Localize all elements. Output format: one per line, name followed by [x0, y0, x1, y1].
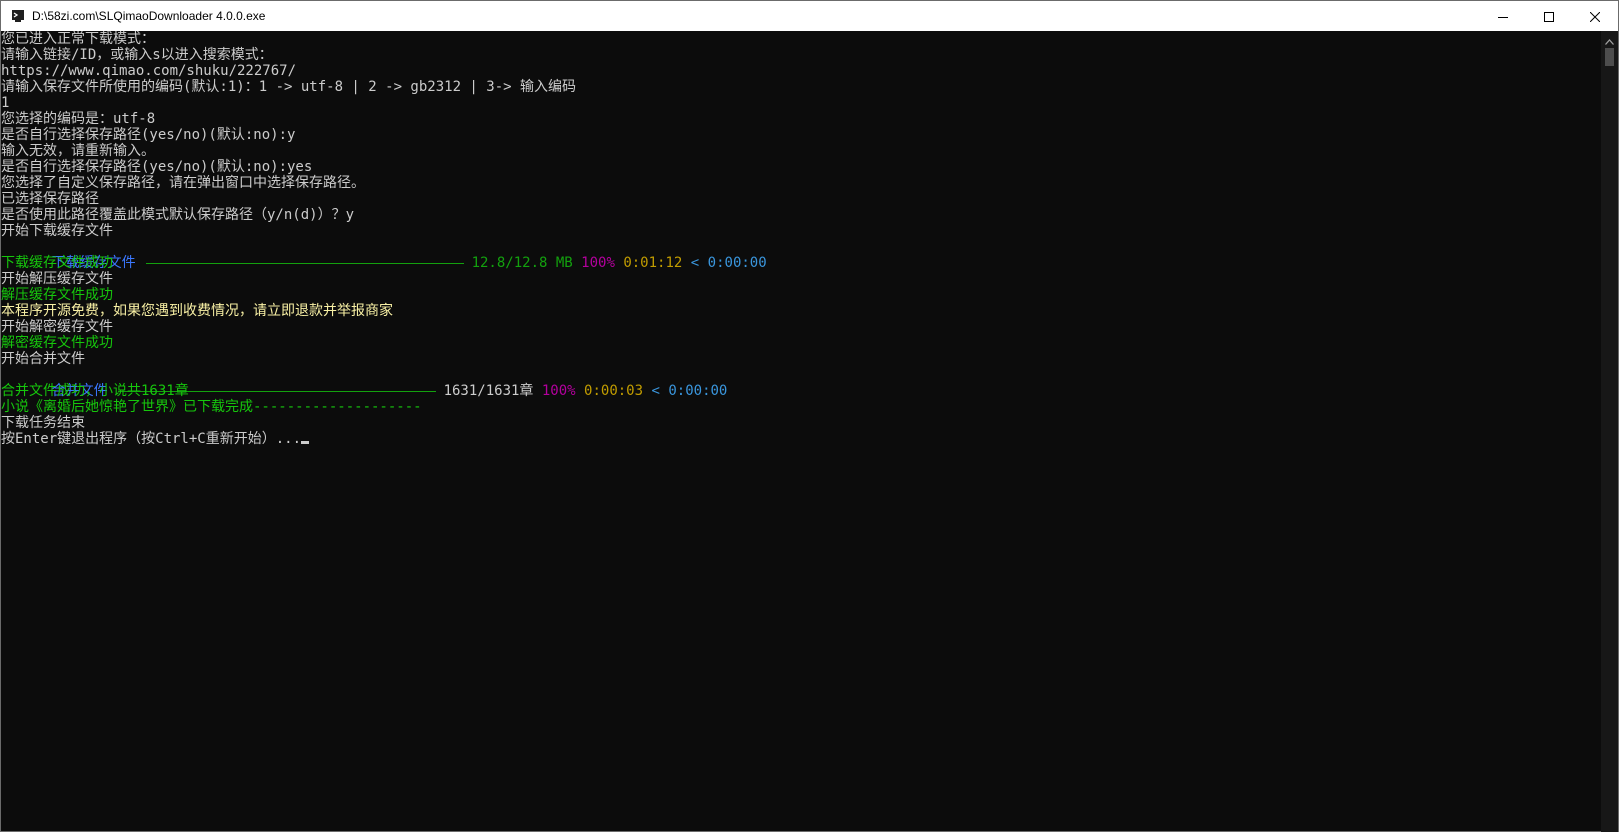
console-line: 是否使用此路径覆盖此模式默认保存路径（y/n(d)）？y — [1, 207, 354, 223]
console-line: 您已进入正常下载模式： — [1, 31, 155, 47]
progress-percent: 100% — [581, 255, 615, 271]
close-button[interactable] — [1572, 1, 1618, 31]
chevron-up-icon — [1605, 30, 1614, 49]
maximize-icon — [1544, 7, 1554, 26]
progress-bar — [145, 262, 464, 264]
progress-elapsed: 0:01:12 — [623, 255, 683, 271]
progress-separator: < — [651, 383, 660, 399]
console-line: 开始解密缓存文件 — [1, 319, 113, 335]
console-line: 输入无效，请重新输入。 — [1, 143, 155, 159]
terminal-app-icon — [10, 8, 26, 24]
window-title: D:\58zi.com\SLQimaoDownloader 4.0.0.exe — [32, 9, 266, 23]
progress-size: 12.8/12.8 MB — [471, 255, 573, 271]
progress-separator: < — [690, 255, 700, 271]
progress-elapsed: 0:00:03 — [584, 383, 644, 399]
title-bar[interactable]: D:\58zi.com\SLQimaoDownloader 4.0.0.exe — [1, 1, 1618, 31]
console-line: 开始下载缓存文件 — [1, 223, 113, 239]
progress-remaining: 0:00:00 — [707, 255, 767, 271]
minimize-icon — [1498, 7, 1508, 26]
console-line: 本程序开源免费，如果您遇到收费情况，请立即退款并举报商家 — [1, 303, 393, 319]
console-line: 下载任务结束 — [1, 415, 85, 431]
vertical-scrollbar[interactable] — [1601, 31, 1618, 832]
exit-prompt: 按Enter键退出程序（按Ctrl+C重新开始）... — [1, 431, 302, 447]
console-line: 开始合并文件 — [1, 351, 85, 367]
maximize-button[interactable] — [1526, 1, 1572, 31]
scroll-up-button[interactable] — [1601, 31, 1618, 48]
console-output[interactable]: 您已进入正常下载模式： 请输入链接/ID，或输入s以进入搜索模式： https:… — [1, 31, 1601, 832]
console-line: 解压缓存文件成功 — [1, 287, 113, 303]
console-line: 小说《离婚后她惊艳了世界》已下载完成-------------------- — [1, 399, 422, 415]
download-progress-line: 下载缓存文件 12.8/12.8 MB 100% 0:01:12 < 0:00:0… — [1, 239, 1601, 271]
console-line: 已选择保存路径 — [1, 191, 99, 207]
minimize-button[interactable] — [1480, 1, 1526, 31]
console-line: 请输入链接/ID，或输入s以进入搜索模式： — [1, 47, 273, 63]
exit-prompt-line: 按Enter键退出程序（按Ctrl+C重新开始）... — [1, 431, 1601, 447]
console-line: 是否自行选择保存路径(yes/no)(默认:no):y — [1, 127, 296, 143]
console-line: https://www.qimao.com/shuku/222767/ — [1, 63, 297, 79]
console-line: 请输入保存文件所使用的编码(默认:1)：1 -> utf-8 | 2 -> gb… — [1, 79, 577, 95]
console-window: D:\58zi.com\SLQimaoDownloader 4.0.0.exe … — [0, 0, 1619, 832]
console-line: 开始解压缓存文件 — [1, 271, 113, 287]
text-cursor — [301, 441, 310, 444]
scrollbar-thumb[interactable] — [1605, 48, 1614, 66]
close-icon — [1589, 7, 1601, 26]
console-line: 是否自行选择保存路径(yes/no)(默认:no):yes — [1, 159, 313, 175]
progress-count: 1631/1631章 — [443, 383, 534, 399]
console-line: 解密缓存文件成功 — [1, 335, 113, 351]
merge-progress-line: 合并文件 1631/1631章 100% 0:00:03 < 0:00:00 — [1, 367, 1601, 399]
progress-percent: 100% — [541, 383, 576, 399]
console-line: 1 — [1, 95, 10, 111]
console-line: 您选择的编码是：utf-8 — [1, 111, 156, 127]
progress-remaining: 0:00:00 — [668, 383, 728, 399]
console-line: 您选择了自定义保存路径，请在弹出窗口中选择保存路径。 — [1, 175, 365, 191]
